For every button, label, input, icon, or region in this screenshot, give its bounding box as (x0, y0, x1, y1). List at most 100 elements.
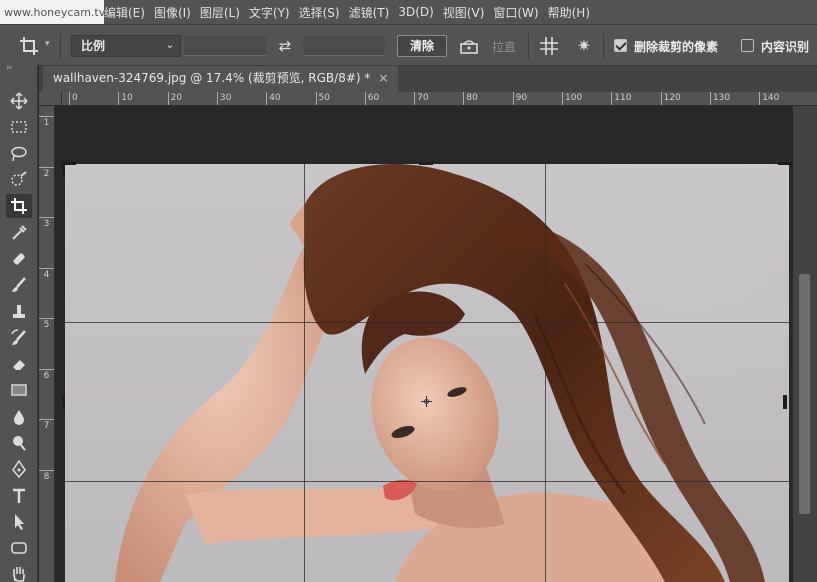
content-aware-checkbox[interactable] (741, 39, 754, 52)
clear-button[interactable]: 清除 (397, 35, 447, 57)
shape-icon (11, 542, 27, 554)
marquee-tool[interactable] (6, 115, 32, 139)
history-brush-icon (11, 328, 26, 345)
history-brush-tool[interactable] (6, 326, 32, 350)
menu-item[interactable]: 编辑(E) (104, 4, 154, 21)
overlay-grid-icon[interactable] (539, 36, 559, 56)
crop-handle-top[interactable] (419, 162, 433, 165)
ruler-v-tick: 2 (39, 166, 54, 179)
ruler-h-tick: 20 (167, 92, 182, 105)
photo-layer[interactable] (65, 164, 789, 582)
ruler-origin[interactable] (39, 92, 62, 106)
straighten-label[interactable]: 拉直 (492, 38, 516, 55)
width-input[interactable] (184, 36, 266, 56)
content-aware-label[interactable]: 内容识别 (761, 38, 809, 55)
height-input[interactable] (303, 36, 385, 56)
crosshair-icon (421, 396, 432, 407)
crop-icon (11, 198, 27, 215)
eraser-tool[interactable] (6, 352, 32, 376)
quick-select-icon (11, 171, 27, 186)
straighten-icon[interactable] (459, 37, 479, 55)
move-tool[interactable] (6, 89, 32, 113)
dodge-icon (13, 435, 26, 451)
lasso-tool[interactable] (6, 142, 32, 166)
horizontal-ruler[interactable]: 0 10 20 30 40 50 60 70 80 90 100 110 120 130 140 (62, 92, 817, 106)
quick-select-tool[interactable] (6, 168, 32, 192)
delete-cropped-checkbox[interactable] (614, 39, 627, 52)
crop-grid-line (65, 481, 789, 482)
vertical-scrollbar[interactable] (793, 106, 817, 582)
shape-tool[interactable] (6, 536, 32, 560)
eyedropper-tool[interactable] (6, 221, 32, 245)
ruler-v-tick: 8 (39, 469, 54, 482)
crop-tool[interactable] (6, 194, 32, 219)
pen-tool[interactable] (6, 457, 32, 481)
brush-icon (12, 277, 26, 293)
ruler-v-tick: 1 (39, 116, 54, 128)
move-icon (10, 92, 28, 110)
scrollbar-thumb[interactable] (799, 274, 810, 514)
crop-handle-top-left[interactable] (62, 162, 65, 176)
canvas-area[interactable] (62, 106, 793, 582)
hand-icon (13, 567, 25, 582)
brush-tool[interactable] (6, 273, 32, 297)
blur-icon (14, 409, 24, 425)
ruler-gap (55, 106, 62, 582)
gradient-icon (11, 384, 27, 397)
ruler-h-tick: 10 (118, 92, 133, 105)
collapse-panel-icon[interactable]: ›› (6, 63, 12, 73)
ruler-h-tick: 90 (512, 92, 527, 105)
menu-item[interactable]: 选择(S) (299, 4, 349, 21)
crop-tool-preset-icon[interactable] (18, 35, 40, 57)
marquee-icon (11, 121, 27, 134)
clone-stamp-tool[interactable] (6, 299, 32, 323)
ruler-h-tick: 80 (463, 92, 478, 105)
gear-icon[interactable]: ✷ (574, 36, 594, 56)
menu-item[interactable]: 图层(L) (200, 4, 249, 21)
divider (528, 33, 529, 59)
menu-item[interactable]: 窗口(W) (493, 4, 547, 21)
lasso-icon (11, 146, 27, 161)
ruler-h-tick: 0 (69, 92, 78, 105)
ruler-h-tick: 110 (611, 92, 631, 105)
path-select-icon (15, 513, 24, 530)
menu-item[interactable]: 图像(I) (154, 4, 200, 21)
crop-handle-right[interactable] (783, 395, 787, 409)
delete-cropped-label[interactable]: 删除裁剪的像素 (634, 38, 718, 55)
divider (603, 33, 604, 59)
hand-tool[interactable] (6, 562, 32, 582)
blur-tool[interactable] (6, 405, 32, 429)
ruler-v-tick: 7 (39, 419, 54, 431)
crop-handle-left[interactable] (62, 395, 65, 409)
crop-grid-line (65, 322, 789, 323)
chevron-down-icon[interactable]: ▾ (45, 39, 50, 49)
menu-item[interactable]: 滤镜(T) (349, 4, 399, 21)
dodge-tool[interactable] (6, 431, 32, 455)
pen-icon (12, 460, 26, 479)
ruler-h-tick: 100 (562, 92, 582, 105)
gradient-tool[interactable] (6, 378, 32, 402)
healing-brush-tool[interactable] (6, 247, 32, 271)
tools-panel: ›› (0, 63, 38, 582)
menu-item[interactable]: 帮助(H) (548, 4, 599, 21)
document-tab[interactable]: wallhaven-324769.jpg @ 17.4% (裁剪预览, RGB/… (43, 66, 399, 92)
portrait-image (115, 164, 765, 582)
menu-item[interactable]: 文字(Y) (249, 4, 299, 21)
vertical-ruler[interactable]: 1 2 3 4 5 6 7 8 (39, 106, 55, 582)
crop-handle-top-right[interactable] (778, 162, 792, 165)
crop-grid-line (304, 164, 305, 582)
ruler-h-tick: 60 (364, 92, 379, 105)
ruler-v-tick: 3 (39, 217, 54, 229)
ratio-select[interactable]: 比例 ⌄ (71, 35, 181, 57)
ruler-h-tick: 30 (216, 92, 231, 105)
ruler-h-tick: 140 (759, 92, 779, 105)
type-tool[interactable] (6, 484, 32, 508)
menu-items: 编辑(E) 图像(I) 图层(L) 文字(Y) 选择(S) 滤镜(T) 3D(D) 视图(V)… (104, 0, 599, 24)
path-select-tool[interactable] (6, 510, 32, 534)
menu-item[interactable]: 3D(D) (398, 5, 442, 19)
divider (60, 33, 61, 59)
swap-icon[interactable]: ⇄ (275, 36, 295, 56)
menu-item[interactable]: 视图(V) (443, 4, 494, 21)
chevron-down-icon: ⌄ (165, 40, 174, 51)
close-icon[interactable]: × (378, 71, 388, 85)
